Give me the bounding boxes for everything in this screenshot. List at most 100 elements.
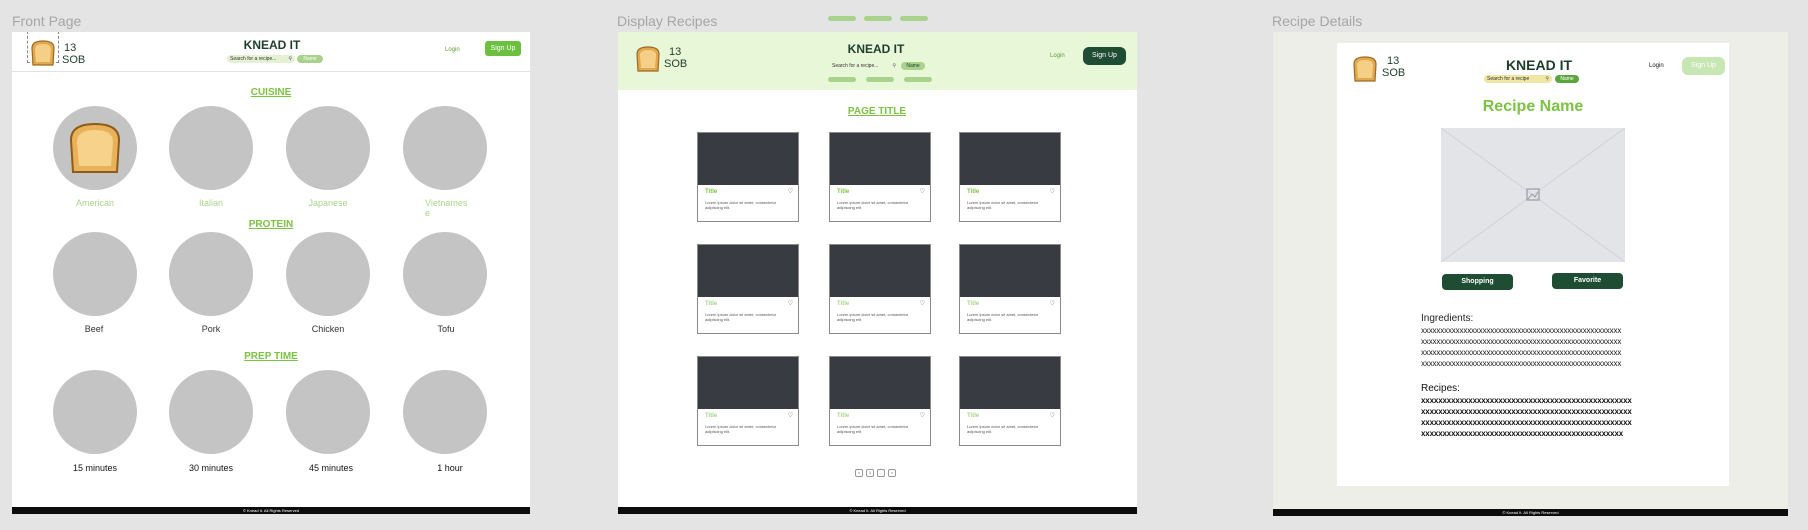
heart-icon[interactable]: ♡ (788, 300, 793, 307)
protein-label[interactable]: Tofu (396, 324, 496, 334)
heart-icon[interactable]: ♡ (920, 412, 925, 419)
pagination-prev[interactable]: < (855, 469, 863, 477)
cuisine-label[interactable]: Italian (161, 198, 261, 208)
recipe-card-image[interactable] (830, 133, 930, 185)
cuisine-japanese-image[interactable] (286, 106, 370, 190)
search-icon[interactable]: ⚲ (288, 55, 292, 63)
logo-text: SOB (62, 54, 86, 66)
recipe-card-title[interactable]: Title (967, 301, 979, 307)
cuisine-american-image[interactable] (53, 106, 137, 190)
filter-dropdown[interactable]: Name (297, 55, 323, 63)
prep-15-image[interactable] (53, 370, 137, 454)
display-recipes-frame: 13 SOB KNEAD IT Search for a recipe... ⚲… (618, 32, 1137, 514)
recipe-card[interactable]: Title ♡ Lorem ipsum dolor sit amet, consec… (829, 356, 931, 446)
signup-button[interactable]: Sign Up (1682, 57, 1725, 75)
filter-chip[interactable] (864, 16, 892, 21)
recipe-card-image[interactable] (960, 245, 1060, 297)
prep-45-image[interactable] (286, 370, 370, 454)
toast-logo-icon[interactable] (633, 44, 663, 74)
recipe-card-image[interactable] (830, 357, 930, 409)
recipes-label: Recipes: (1421, 383, 1460, 394)
search-input[interactable]: Search for a recipe... ⚲ (227, 55, 295, 63)
prep-time-label[interactable]: 15 minutes (45, 463, 145, 473)
login-link[interactable]: Login (1050, 53, 1065, 59)
protein-label[interactable]: Beef (44, 324, 144, 334)
recipe-card[interactable]: Title ♡ Lorem ipsum dolor sit amet, consec… (697, 132, 799, 222)
heart-icon[interactable]: ♡ (1050, 412, 1055, 419)
recipe-card-image[interactable] (960, 357, 1060, 409)
prep-time-label[interactable]: 30 minutes (161, 463, 261, 473)
heart-icon[interactable]: ♡ (1050, 188, 1055, 195)
heart-icon[interactable]: ♡ (920, 300, 925, 307)
filter-chip[interactable] (828, 16, 856, 21)
prep-30-image[interactable] (169, 370, 253, 454)
search-icon[interactable]: ⚲ (892, 62, 896, 70)
login-link[interactable]: Login (445, 47, 460, 53)
search-input[interactable]: Search for a recipe... ⚲ (829, 62, 899, 70)
recipe-card-image[interactable] (698, 133, 798, 185)
recipe-card[interactable]: Title ♡ Lorem ipsum dolor sit amet, consec… (697, 244, 799, 334)
heart-icon[interactable]: ♡ (788, 188, 793, 195)
recipe-card-image[interactable] (698, 357, 798, 409)
protein-beef-image[interactable] (53, 232, 137, 316)
prep-time-label[interactable]: 1 hour (400, 463, 500, 473)
cuisine-label[interactable]: American (45, 198, 145, 208)
heart-icon[interactable]: ♡ (788, 412, 793, 419)
filter-chip[interactable] (866, 77, 894, 82)
recipe-card-image[interactable] (960, 133, 1060, 185)
prep-time-label[interactable]: 45 minutes (281, 463, 381, 473)
favorite-button[interactable]: Favorite (1552, 273, 1623, 289)
toast-logo-icon[interactable] (1350, 54, 1380, 84)
filter-dropdown[interactable]: Name (901, 62, 925, 70)
recipe-card[interactable]: Title ♡ Lorem ipsum dolor sit amet, consec… (959, 244, 1061, 334)
pagination-page[interactable]: 1 (866, 469, 874, 477)
ingredients-label: Ingredients: (1421, 313, 1474, 324)
recipe-card-title[interactable]: Title (705, 301, 717, 307)
recipe-card[interactable]: Title ♡ Lorem ipsum dolor sit amet, consec… (959, 356, 1061, 446)
shopping-button[interactable]: Shopping (1442, 274, 1513, 290)
filter-chip[interactable] (900, 16, 928, 21)
cuisine-label[interactable]: Vietnamese (425, 198, 469, 218)
prep-60-image[interactable] (403, 370, 487, 454)
front-page-frame: 13 SOB KNEAD IT Search for a recipe... ⚲… (12, 32, 530, 514)
recipe-card-title[interactable]: Title (967, 189, 979, 195)
login-link[interactable]: Login (1649, 63, 1664, 69)
brand-title[interactable]: KNEAD IT (222, 38, 322, 52)
signup-button[interactable]: Sign Up (485, 41, 521, 56)
toast-logo-icon[interactable] (28, 38, 58, 68)
filter-chip[interactable] (904, 77, 932, 82)
heart-icon[interactable]: ♡ (1050, 300, 1055, 307)
search-placeholder: Search for a recipe (1487, 76, 1530, 82)
pagination-next[interactable]: > (888, 469, 896, 477)
recipe-card[interactable]: Title ♡ Lorem ipsum dolor sit amet, consec… (697, 356, 799, 446)
cuisine-label[interactable]: Japanese (278, 198, 378, 208)
heart-icon[interactable]: ♡ (920, 188, 925, 195)
filter-dropdown[interactable]: Name (1555, 75, 1579, 83)
protein-label[interactable]: Pork (161, 324, 261, 334)
brand-title[interactable]: KNEAD IT (826, 42, 926, 56)
signup-button[interactable]: Sign Up (1083, 47, 1126, 65)
recipe-card-title[interactable]: Title (837, 189, 849, 195)
cuisine-vietnamese-image[interactable] (403, 106, 487, 190)
recipe-card-image[interactable] (698, 245, 798, 297)
recipe-card[interactable]: Title ♡ Lorem ipsum dolor sit amet, consec… (829, 244, 931, 334)
search-icon[interactable]: ⚲ (1545, 75, 1549, 83)
pagination-ellipsis[interactable]: ... (877, 469, 885, 477)
recipe-card[interactable]: Title ♡ Lorem ipsum dolor sit amet, consec… (829, 132, 931, 222)
brand-title[interactable]: KNEAD IT (1484, 57, 1594, 73)
front-header: 13 SOB KNEAD IT Search for a recipe... ⚲… (12, 32, 530, 72)
search-input[interactable]: Search for a recipe ⚲ (1484, 75, 1552, 83)
filter-chip[interactable] (828, 77, 856, 82)
recipe-card-title[interactable]: Title (967, 413, 979, 419)
recipe-card[interactable]: Title ♡ Lorem ipsum dolor sit amet, consec… (959, 132, 1061, 222)
recipe-card-image[interactable] (830, 245, 930, 297)
protein-chicken-image[interactable] (286, 232, 370, 316)
protein-label[interactable]: Chicken (278, 324, 378, 334)
recipe-card-title[interactable]: Title (705, 413, 717, 419)
protein-pork-image[interactable] (169, 232, 253, 316)
cuisine-italian-image[interactable] (169, 106, 253, 190)
recipe-card-title[interactable]: Title (837, 413, 849, 419)
protein-tofu-image[interactable] (403, 232, 487, 316)
recipe-card-title[interactable]: Title (837, 301, 849, 307)
recipe-card-title[interactable]: Title (705, 189, 717, 195)
